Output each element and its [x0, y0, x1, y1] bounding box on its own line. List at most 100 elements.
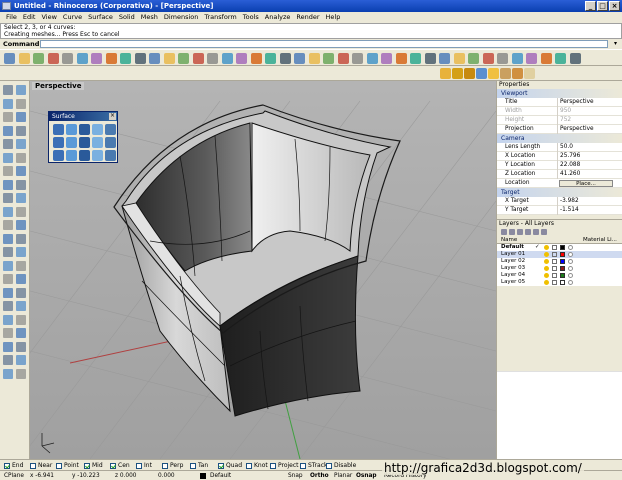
tool-icon[interactable]	[3, 287, 13, 298]
tool-icon[interactable]	[3, 112, 13, 122]
toolbar-button-icon[interactable]	[468, 53, 479, 64]
surface-tool-icon[interactable]	[92, 124, 103, 135]
surface-tool-icon[interactable]	[79, 124, 90, 135]
place-button[interactable]: Place...	[559, 180, 613, 187]
toolbar-button-icon[interactable]	[47, 53, 59, 64]
tool-icon[interactable]	[16, 247, 26, 257]
tool-icon[interactable]	[3, 166, 13, 176]
toolbar-button-icon[interactable]	[555, 53, 566, 64]
tool-icon[interactable]	[16, 98, 26, 109]
osnap-checkbox[interactable]	[110, 462, 116, 469]
render-toolbar-icon[interactable]	[500, 68, 511, 79]
menu-mesh[interactable]: Mesh	[138, 12, 161, 23]
osnap-checkbox[interactable]	[56, 462, 62, 469]
tool-icon[interactable]	[3, 125, 13, 136]
new-sublayer-icon[interactable]	[509, 229, 515, 235]
osnap-checkbox[interactable]	[136, 462, 142, 469]
menu-render[interactable]: Render	[293, 12, 322, 23]
surface-tool-icon[interactable]	[92, 137, 103, 148]
tool-icon[interactable]	[16, 260, 26, 271]
lightbulb-icon[interactable]	[544, 259, 549, 264]
tool-icon[interactable]	[16, 112, 26, 122]
menu-analyze[interactable]: Analyze	[262, 12, 294, 23]
tool-icon[interactable]	[16, 355, 26, 365]
tool-icon[interactable]	[3, 328, 13, 338]
menu-help[interactable]: Help	[323, 12, 344, 23]
command-input[interactable]	[40, 40, 608, 48]
surface-tool-icon[interactable]	[66, 150, 77, 161]
tool-icon[interactable]	[16, 125, 26, 136]
lock-icon[interactable]	[552, 252, 557, 257]
filter-icon[interactable]	[541, 229, 547, 235]
lightbulb-icon[interactable]	[544, 280, 549, 285]
snap-toggle[interactable]: Snap	[288, 471, 303, 480]
osnap-checkbox[interactable]	[190, 462, 196, 469]
toolbar-button-icon[interactable]	[395, 53, 407, 64]
osnap-checkbox[interactable]	[4, 462, 10, 469]
toolbar-button-icon[interactable]	[76, 53, 88, 64]
move-up-icon[interactable]	[525, 229, 531, 235]
tool-icon[interactable]	[16, 220, 26, 230]
toolbar-button-icon[interactable]	[207, 53, 218, 64]
render-toolbar-icon[interactable]	[524, 68, 535, 79]
command-dropdown-icon[interactable]: ▾	[611, 40, 620, 48]
osnap-checkbox[interactable]	[84, 462, 90, 469]
toolbar-button-icon[interactable]	[250, 53, 262, 64]
lightbulb-icon[interactable]	[544, 273, 549, 278]
tool-icon[interactable]	[3, 368, 13, 379]
tool-icon[interactable]	[3, 193, 13, 203]
tool-icon[interactable]	[3, 206, 13, 217]
osnap-checkbox[interactable]	[326, 462, 332, 469]
tool-icon[interactable]	[16, 341, 26, 352]
layer-row[interactable]: Layer 03	[497, 265, 622, 272]
tool-icon[interactable]	[16, 166, 26, 176]
tool-icon[interactable]	[3, 301, 13, 311]
layer-color-swatch[interactable]	[560, 252, 565, 257]
tool-icon[interactable]	[16, 233, 26, 244]
material-icon[interactable]	[568, 252, 573, 257]
tool-icon[interactable]	[16, 301, 26, 311]
layer-row[interactable]: Layer 05	[497, 279, 622, 286]
tool-icon[interactable]	[3, 98, 13, 109]
close-icon[interactable]: ×	[109, 113, 116, 120]
layer-row[interactable]: Layer 04	[497, 272, 622, 279]
toolbar-button-icon[interactable]	[4, 53, 15, 64]
tool-icon[interactable]	[3, 179, 13, 190]
layer-color-swatch[interactable]	[560, 259, 565, 264]
toolbar-button-icon[interactable]	[18, 53, 30, 64]
lock-icon[interactable]	[552, 245, 557, 250]
toolbar-button-icon[interactable]	[221, 53, 233, 64]
toolbar-button-icon[interactable]	[178, 53, 189, 64]
toolbar-button-icon[interactable]	[105, 53, 117, 64]
toolbar-button-icon[interactable]	[323, 53, 334, 64]
toolbar-button-icon[interactable]	[381, 53, 392, 64]
material-icon[interactable]	[568, 273, 573, 278]
toolbar-button-icon[interactable]	[134, 53, 146, 64]
tool-icon[interactable]	[3, 85, 13, 95]
toolbar-button-icon[interactable]	[236, 53, 247, 64]
toolbar-button-icon[interactable]	[497, 53, 508, 64]
menu-view[interactable]: View	[38, 12, 59, 23]
surface-toolbar-palette[interactable]: Surface ×	[48, 111, 118, 163]
section-camera[interactable]: Camera	[497, 134, 622, 143]
tool-icon[interactable]	[3, 139, 13, 149]
tool-icon[interactable]	[3, 247, 13, 257]
menu-dimension[interactable]: Dimension	[161, 12, 202, 23]
render-toolbar-icon[interactable]	[452, 68, 463, 79]
move-down-icon[interactable]	[533, 229, 539, 235]
tool-icon[interactable]	[3, 233, 13, 244]
surface-tool-icon[interactable]	[105, 150, 116, 161]
tool-icon[interactable]	[16, 368, 26, 379]
new-layer-icon[interactable]	[501, 229, 507, 235]
toolbar-button-icon[interactable]	[265, 53, 276, 64]
tool-icon[interactable]	[16, 328, 26, 338]
toolbar-button-icon[interactable]	[308, 53, 320, 64]
status-layer[interactable]: Default	[210, 471, 231, 480]
tool-icon[interactable]	[16, 206, 26, 217]
toolbar-button-icon[interactable]	[192, 53, 204, 64]
osnap-checkbox[interactable]	[162, 462, 168, 469]
toolbar-button-icon[interactable]	[569, 53, 581, 64]
tool-icon[interactable]	[16, 314, 26, 325]
layer-color-swatch[interactable]	[560, 280, 565, 285]
toolbar-button-icon[interactable]	[120, 53, 131, 64]
